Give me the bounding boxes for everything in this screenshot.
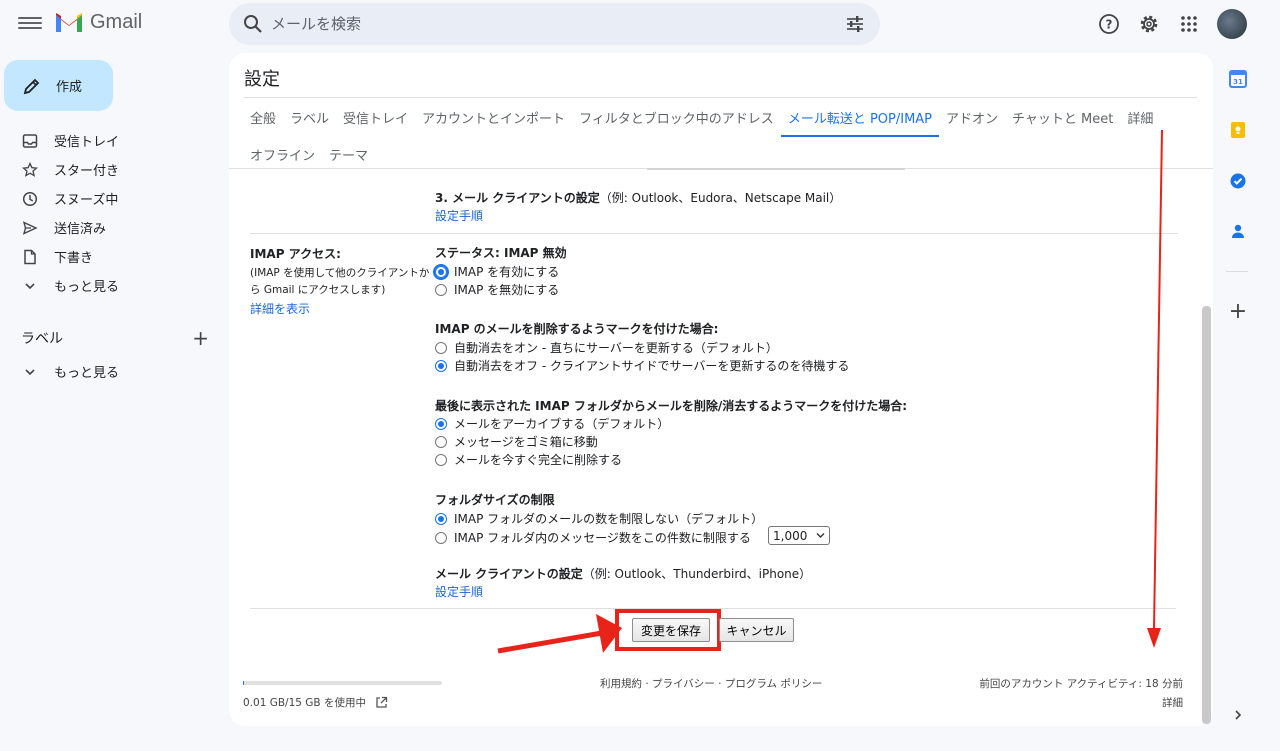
keep-icon[interactable]	[1227, 119, 1249, 141]
contacts-icon[interactable]	[1227, 220, 1249, 242]
annotation-arrow-scroll-down	[1147, 129, 1163, 648]
calendar-icon[interactable]: 31	[1227, 68, 1249, 90]
divider	[1226, 271, 1248, 272]
tasks-icon[interactable]	[1227, 170, 1249, 192]
svg-text:31: 31	[1233, 78, 1243, 86]
add-addon-icon[interactable]: +	[1227, 299, 1249, 324]
annotation-arrows	[497, 129, 1163, 654]
annotation-arrow-to-save	[497, 614, 622, 654]
chevron-right-icon[interactable]	[1227, 704, 1249, 726]
